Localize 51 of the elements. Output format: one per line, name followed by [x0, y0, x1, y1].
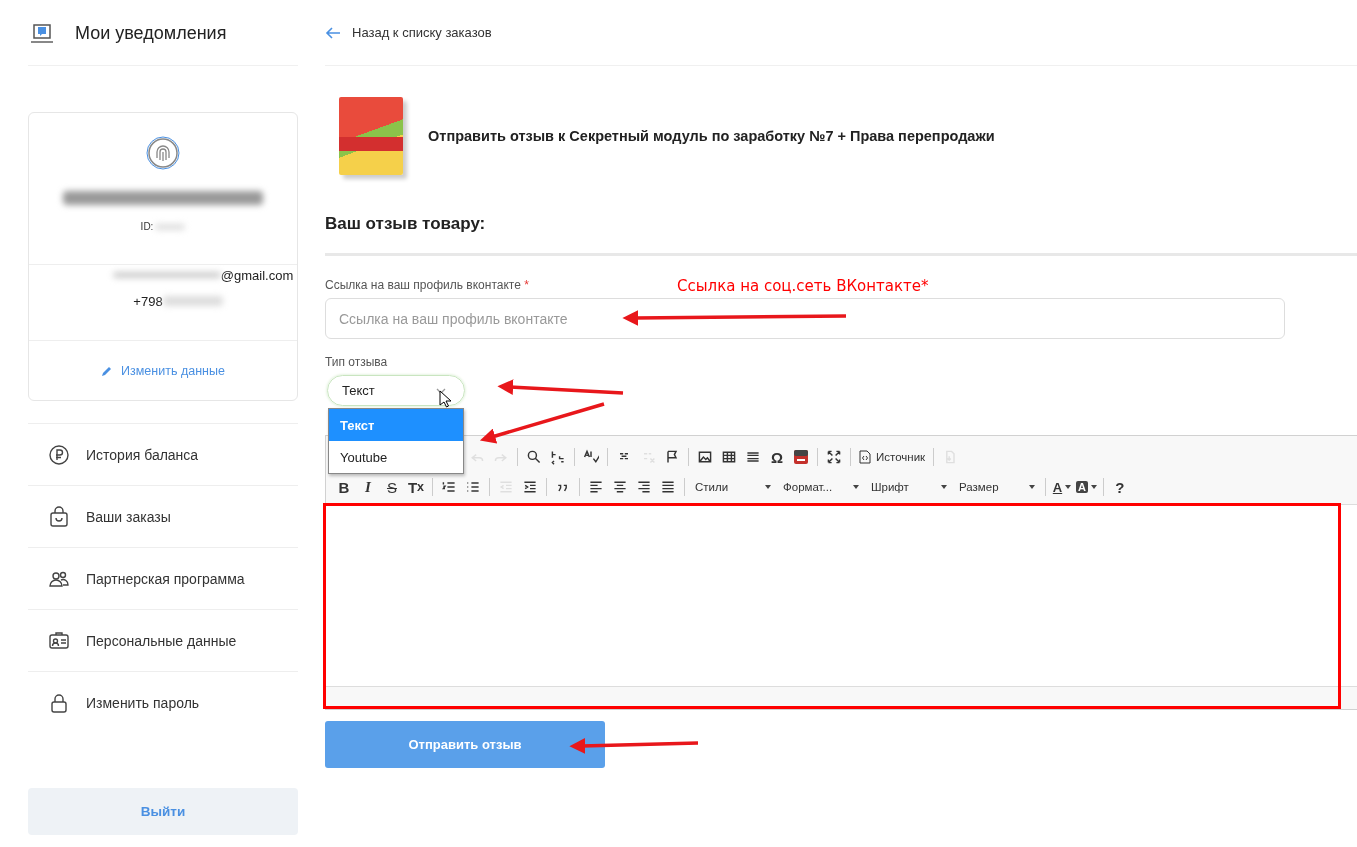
sidebar-menu-item[interactable]: Персональные данные [28, 610, 298, 672]
caret-icon [941, 485, 947, 489]
field-label: Ссылка на ваш профиль вконтакте [325, 278, 521, 292]
sidebar-menu-item[interactable]: Партнерская программа [28, 548, 298, 610]
ruble-icon [48, 443, 70, 466]
email-text: @gmail.com [220, 267, 294, 283]
text-color-button[interactable]: A [1050, 475, 1074, 499]
back-link[interactable]: Назад к списку заказов [352, 25, 492, 40]
toolbar-button[interactable]: S [380, 475, 404, 499]
caret-icon [1090, 485, 1097, 489]
pencil-icon [101, 364, 114, 377]
toolbar-dropdown[interactable]: Размер [953, 475, 1041, 499]
laptop-notification-icon [30, 22, 54, 45]
menu-item-label: Ваши заказы [86, 508, 171, 525]
toolbar-button[interactable]: Ω [765, 445, 789, 469]
toolbar-dropdown[interactable]: Стили [689, 475, 777, 499]
sidebar-title: Мои уведомления [75, 23, 227, 44]
sidebar-menu-item[interactable]: История баланса [28, 424, 298, 486]
dropdown-option[interactable]: Youtube [329, 441, 463, 473]
redacted-block [162, 296, 223, 306]
caret-icon [1029, 485, 1035, 489]
toolbar-button[interactable]: I [356, 475, 380, 499]
menu-item-label: Персональные данные [86, 632, 237, 649]
caret-icon [853, 485, 859, 489]
toolbar-button[interactable]: B [332, 475, 356, 499]
menu-item-label: Партнерская программа [86, 570, 245, 587]
phone-text: +798 [133, 293, 163, 309]
menu-item-label: Изменить пароль [86, 694, 200, 711]
id-card-icon [48, 629, 70, 652]
caret-icon [765, 485, 771, 489]
shopping-bag-icon [48, 505, 70, 528]
menu-item-label: История баланса [86, 446, 199, 463]
field-label: Тип отзыва [325, 355, 389, 369]
caret-icon [1065, 485, 1072, 489]
toolbar-dropdown[interactable]: Шрифт [865, 475, 953, 499]
sidebar-menu-item[interactable]: Ваши заказы [28, 486, 298, 548]
required-mark: * [524, 278, 529, 292]
sidebar-menu-item[interactable]: Изменить пароль [28, 672, 298, 733]
id-label: ID: [140, 221, 154, 232]
toolbar-dropdown[interactable]: Формат... [777, 475, 865, 499]
toolbar-button[interactable]: ? [1107, 475, 1132, 499]
document-code-icon [859, 450, 871, 464]
source-button[interactable]: Источник [855, 445, 930, 469]
back-arrow-icon [325, 25, 341, 40]
product-title: Отправить отзыв к Секретный модуль по заработку №7 + Права перепродажи [428, 128, 995, 144]
form-heading: Ваш отзыв товару: [325, 214, 1357, 256]
annotation-note: Ссылка на соц.сеть ВКонтакте* [677, 277, 929, 295]
fingerprint-avatar-icon [146, 136, 180, 170]
vk-profile-input-field[interactable]: Ссылка на ваш профиль вконтакте [325, 298, 1285, 339]
lock-icon [48, 691, 70, 714]
background-color-button[interactable]: A [1074, 475, 1099, 499]
